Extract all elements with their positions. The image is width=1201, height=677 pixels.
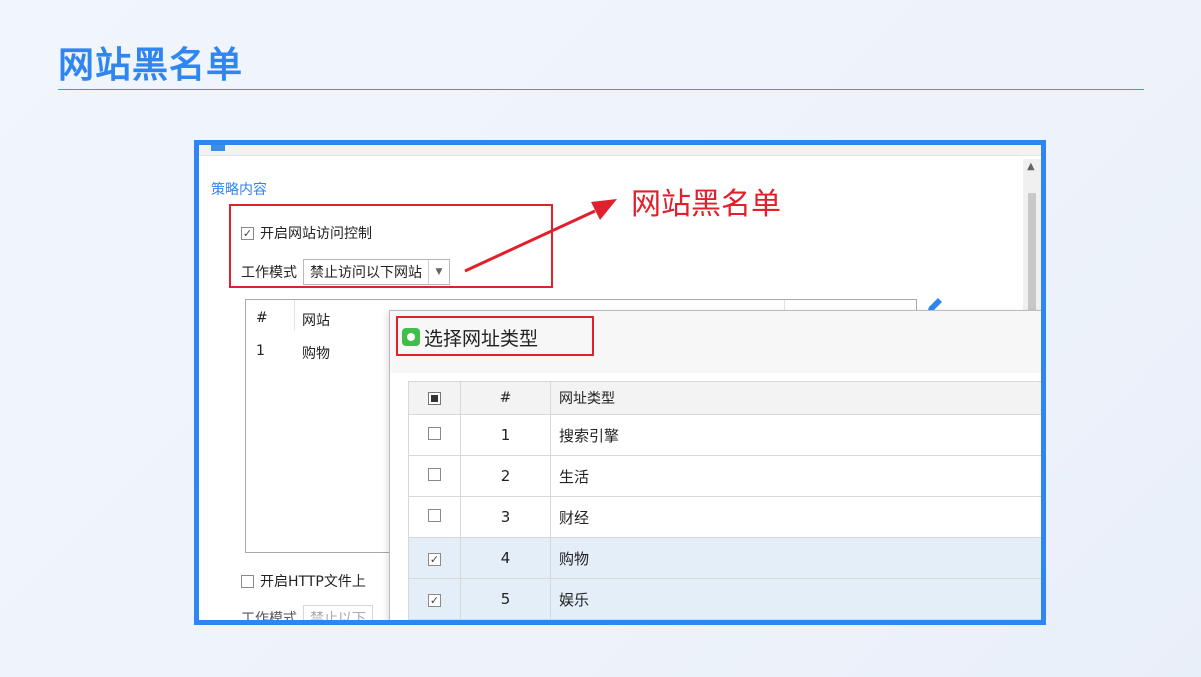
scroll-up-icon[interactable]: ▲	[1027, 161, 1035, 172]
row-checkbox[interactable]	[428, 427, 441, 440]
annotation-label: 网站黑名单	[631, 187, 781, 222]
row-num: 2	[460, 455, 551, 497]
table-header-row: # 网址类型	[408, 381, 1041, 415]
list-header-num: #	[256, 310, 268, 326]
work-mode-row-2: 工作模式 禁止以下	[241, 605, 373, 625]
row-num: 5	[460, 578, 551, 620]
highlight-box-dialog-title	[396, 316, 594, 356]
list-header-site: 网站	[302, 313, 330, 329]
row-checkbox[interactable]: ✓	[428, 594, 441, 607]
row-type: 购物	[550, 537, 1041, 579]
work-mode-select-2[interactable]: 禁止以下	[303, 605, 373, 625]
work-mode-label-2: 工作模式	[241, 611, 297, 625]
row-num: 1	[460, 414, 551, 456]
row-checkbox[interactable]: ✓	[428, 553, 441, 566]
table-row[interactable]: 2 生活	[408, 455, 1041, 497]
row-num: 3	[460, 496, 551, 538]
title-divider	[58, 89, 1144, 90]
http-checkbox[interactable]	[241, 574, 254, 588]
select-all-checkbox[interactable]	[428, 391, 441, 405]
row-checkbox[interactable]	[428, 509, 441, 522]
row-num: 4	[460, 537, 551, 579]
table-row[interactable]: 1 搜索引擎	[408, 414, 1041, 456]
row-checkbox[interactable]	[428, 468, 441, 481]
list-row-num: 1	[256, 343, 265, 359]
row-type: 财经	[550, 496, 1041, 538]
table-row[interactable]: 3 财经	[408, 496, 1041, 538]
row-type: 娱乐	[550, 578, 1041, 620]
row-type: 生活	[550, 455, 1041, 497]
http-upload-row[interactable]: 开启HTTP文件上	[241, 571, 366, 591]
table-row[interactable]: ✓ 5 娱乐	[408, 578, 1041, 620]
screenshot-frame: 策略内容 ✓ 开启网站访问控制 工作模式 禁止访问以下网站 ▼ 网站黑名单 # …	[194, 140, 1046, 625]
slide-title: 网站黑名单	[58, 45, 244, 86]
row-type: 搜索引擎	[550, 414, 1041, 456]
work-mode-value-2: 禁止以下	[310, 611, 366, 625]
header-type: 网址类型	[550, 381, 1041, 415]
header-num: #	[460, 381, 551, 415]
list-row-site: 购物	[302, 346, 330, 362]
url-type-table: # 网址类型 1 搜索引擎 2 生活 3 财经 ✓ 4 购物 ✓ 5 娱乐	[408, 381, 1041, 620]
http-label: 开启HTTP文件上	[260, 574, 366, 590]
table-row[interactable]: ✓ 4 购物	[408, 537, 1041, 579]
url-type-dialog: 选择网址类型 # 网址类型 1 搜索引擎 2 生活 3 财经 ✓ 4 购物 ✓ …	[389, 310, 1041, 620]
